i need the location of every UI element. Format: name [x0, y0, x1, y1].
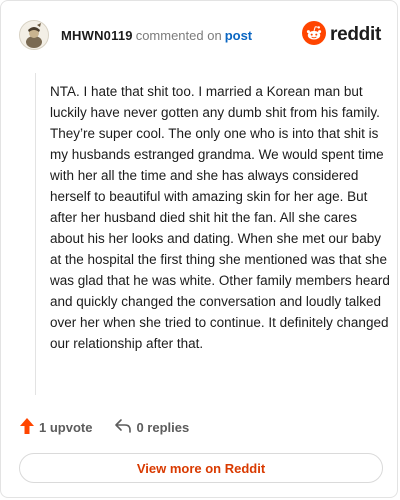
upvote-count: 1 upvote: [39, 420, 93, 435]
reddit-wordmark: reddit: [330, 24, 381, 45]
reddit-comment-card: MHWN0119 commented on post reddit NTA. I…: [0, 0, 398, 498]
comment-actions: 1 upvote 0 replies: [19, 417, 189, 438]
username-link[interactable]: MHWN0119: [61, 28, 133, 43]
upvote-button[interactable]: 1 upvote: [19, 417, 92, 438]
view-more-button[interactable]: View more on Reddit: [19, 453, 383, 483]
reply-arrow-icon: [114, 418, 132, 437]
comment-text: NTA. I hate that shit too. I married a K…: [50, 84, 390, 351]
comment-meta: MHWN0119 commented on post: [61, 28, 252, 43]
comment-header: MHWN0119 commented on post reddit: [19, 18, 381, 52]
reddit-logo-icon: [302, 20, 327, 50]
reddit-brand[interactable]: reddit: [302, 20, 381, 50]
comment-body: NTA. I hate that shit too. I married a K…: [35, 73, 390, 395]
replies-count: 0 replies: [136, 420, 190, 435]
commented-on-text: commented on: [135, 27, 222, 43]
avatar-icon[interactable]: [19, 20, 49, 50]
upvote-arrow-icon: [19, 417, 35, 438]
post-link[interactable]: post: [225, 28, 252, 43]
replies-button[interactable]: 0 replies: [114, 418, 189, 437]
